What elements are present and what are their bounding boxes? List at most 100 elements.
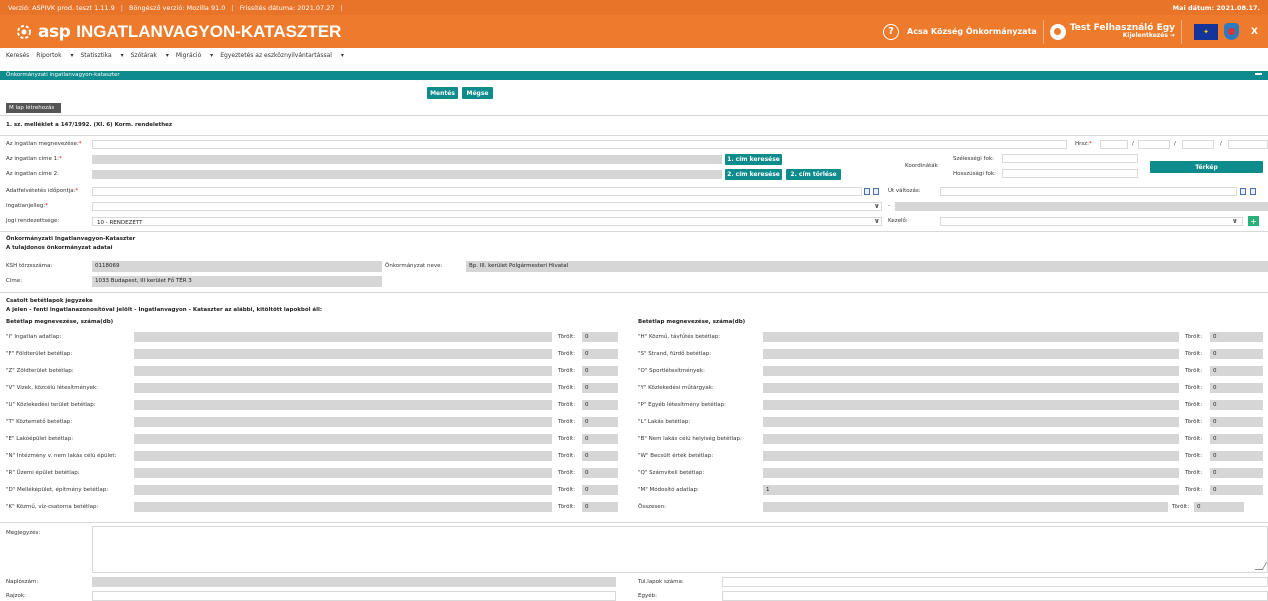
sheet-count [134,468,552,478]
deleted-count: 0 [1210,400,1263,410]
sheets-title: Csatolt betétlapok jegyzéke [6,298,93,304]
sheet-count [763,417,1179,427]
map-button[interactable]: Térkép [1150,161,1263,173]
deleted-count: 0 [582,434,618,444]
manager-select[interactable] [940,217,1243,226]
menu-label[interactable]: Egyeztetés az eszköznyilvántartással [220,52,332,59]
legal-status-select[interactable]: 10 - RENDEZETT [92,217,882,226]
deleted-count: 0 [1210,332,1263,342]
sheet-count [134,417,552,427]
chevron-down-icon[interactable]: ∨ [1232,217,1238,225]
calendar-icon[interactable] [873,188,879,195]
sheet-label: Összesen: [638,504,666,510]
deleted-label: Törölt: [1185,453,1203,459]
calendar-icon[interactable] [864,188,870,195]
note-textarea[interactable] [92,526,1268,573]
slash: / [1132,141,1134,147]
add-manager-button[interactable]: + [1248,216,1259,226]
label-text: Hrsz: [1075,141,1090,147]
deleted-label: Törölt: [1185,334,1203,340]
menu-item-search[interactable]: Keresés [6,52,29,59]
divider [1042,19,1044,44]
property-name-input[interactable] [92,140,1067,149]
sheet-count [134,502,552,512]
deleted-label: Törölt: [1185,487,1203,493]
close-button[interactable]: X [1251,27,1258,37]
sheet-label: "H" Közmű, távfűtés betétlap: [638,334,721,340]
owner-pages-input[interactable] [722,577,1268,587]
journal-number-label: Naplószám: [6,579,39,585]
menu-label[interactable]: Szótárak [131,52,157,59]
menu-label[interactable]: Statisztika [81,52,112,59]
hrsz-input-4[interactable] [1228,140,1268,149]
chevron-down-icon[interactable]: ∨ [874,217,880,225]
app-logo[interactable]: asp INGATLANVAGYON-KATASZTER [14,22,341,42]
sheet-count [134,485,552,495]
latitude-label: Szélességi fok: [953,156,994,162]
menu-item-reports[interactable]: Riportok ▾ [36,52,73,59]
menu-label[interactable]: Migráció [176,52,201,59]
hrsz-input-1[interactable] [1100,140,1128,149]
divider [0,135,1268,136]
calendar-icon[interactable] [1240,188,1246,195]
address1-label: Az ingatlan címe 1:* [6,156,62,162]
deleted-count: 0 [582,468,618,478]
deleted-label: Törölt: [558,402,576,408]
help-icon[interactable]: ? [883,23,900,40]
menu-label[interactable]: Riportok [36,52,61,59]
address1-search-button[interactable]: 1. cím keresése [725,154,782,165]
chevron-down-icon[interactable]: ∨ [874,202,880,210]
longitude-input[interactable] [1002,169,1138,178]
hrsz-input-2[interactable] [1138,140,1170,149]
organization-name[interactable]: Acsa Község Önkormányzata [907,27,1037,36]
deleted-count: 0 [582,400,618,410]
hrsz-input-3[interactable] [1182,140,1214,149]
deleted-label: Törölt: [558,368,576,374]
deleted-count: 0 [1210,417,1263,427]
app-title: INGATLANVAGYON-KATASZTER [76,21,342,41]
property-name-label: Az ingatlan megnevezése:* [6,141,82,147]
minimize-icon[interactable] [1255,73,1262,75]
deleted-label: Törölt: [1185,368,1203,374]
save-button[interactable]: Mentés [427,87,458,99]
sheet-label: "V" Vizek, közcélú létesítmények: [6,385,99,391]
journal-number-field [92,577,616,587]
menu-item-statistics[interactable]: Statisztika ▾ [81,52,124,59]
menu-item-reconciliation[interactable]: Egyeztetés az eszköznyilvántartással ▾ [220,52,344,59]
other-input[interactable] [722,591,1268,601]
sheet-label: "U" Közlekedési terület betétlap: [6,402,96,408]
longitude-label: Hosszúsági fok: [953,171,996,177]
sheet-count [134,383,552,393]
sheet-count [763,451,1179,461]
calendar-icon[interactable] [1250,188,1256,195]
sheet-label: "K" Közmű, víz-csatorna betétlap: [6,504,99,510]
road-change-input[interactable] [940,187,1237,196]
sheet-count [134,349,552,359]
address2-search-button[interactable]: 2. cím keresése [725,169,782,180]
drawings-input[interactable] [92,591,616,601]
latitude-input[interactable] [1002,154,1138,163]
deleted-label: Törölt: [1185,419,1203,425]
gear-logo-icon [17,24,31,39]
menu-item-migration[interactable]: Migráció ▾ [176,52,213,59]
deleted-label: Törölt: [558,351,576,357]
logout-link[interactable]: Kijelentkezés ➜ [1070,33,1175,39]
property-type-select[interactable] [92,202,882,211]
sheet-label: "L" Lakás betétlap: [638,419,691,425]
sheet-label: "P" Egyéb létesítmény betétlap: [638,402,727,408]
sheet-count [134,451,552,461]
deleted-count: 0 [582,383,618,393]
deleted-count: 0 [582,417,618,427]
resize-grip-icon[interactable] [1254,562,1268,570]
address2-field [92,170,722,179]
cancel-button[interactable]: Mégse [462,87,493,99]
user-icon[interactable] [1049,23,1066,40]
logout-label[interactable]: Kijelentkezés [1123,32,1168,39]
deleted-count: 0 [582,366,618,376]
tab-create-m-sheet[interactable]: M lap létrehozás [6,103,61,113]
survey-date-input[interactable] [92,187,862,196]
section-header: Önkormányzati ingatlanvagyon-kataszter [0,71,1268,80]
sheet-label: "I" Ingatlan adatlap: [6,334,62,340]
address2-delete-button[interactable]: 2. cím törlése [786,169,841,180]
menu-item-dictionaries[interactable]: Szótárak ▾ [131,52,169,59]
